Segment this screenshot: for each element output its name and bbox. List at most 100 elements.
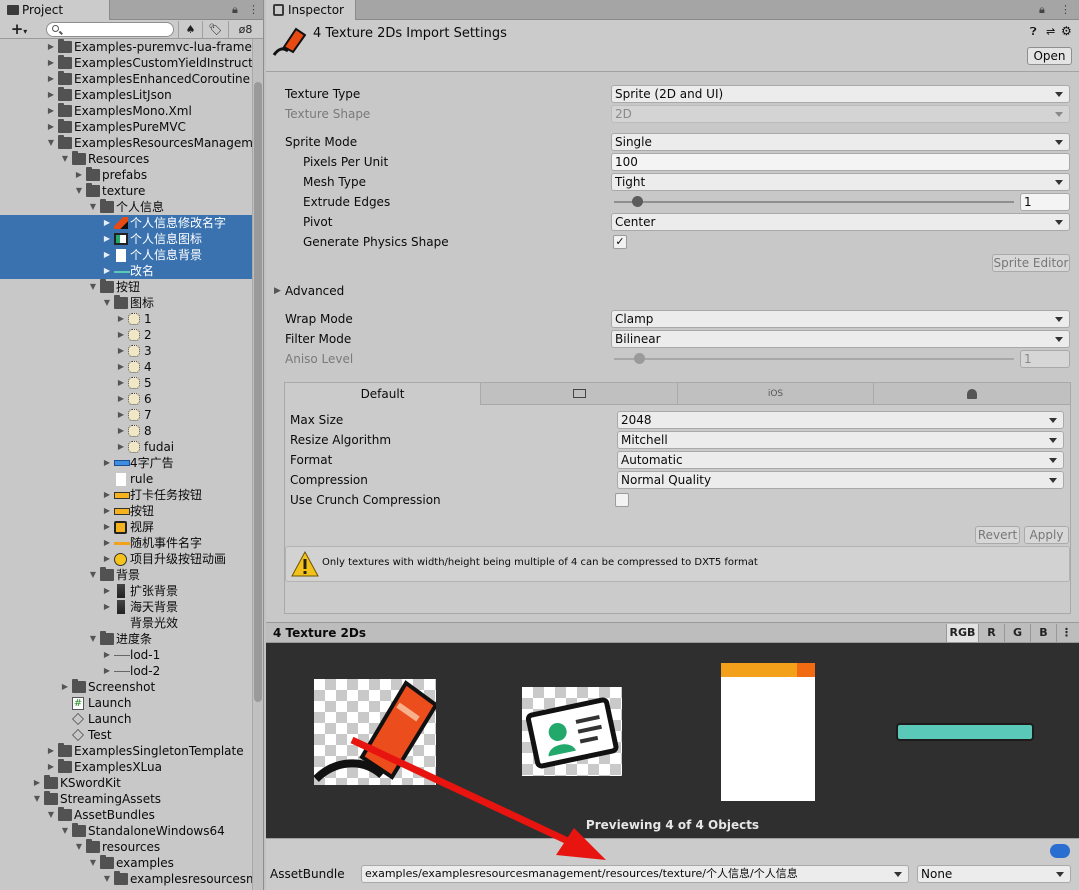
tree-item[interactable]: ▼ 背景 (0, 567, 252, 583)
collapsed-arrow-icon[interactable]: ▶ (116, 327, 126, 343)
channel-b-button[interactable]: B (1030, 624, 1056, 642)
collapsed-arrow-icon[interactable]: ▶ (102, 599, 112, 615)
tree-item[interactable]: rule (0, 471, 252, 487)
expanded-arrow-icon[interactable]: ▼ (88, 279, 98, 295)
pixels-per-unit-field[interactable]: 100 (611, 153, 1070, 171)
tree-item[interactable]: ▶ ExamplesLitJson (0, 87, 252, 103)
collapsed-arrow-icon[interactable]: ▶ (46, 39, 56, 55)
kebab-menu-icon[interactable]: ⋮ (1060, 3, 1071, 16)
label-tag-icon[interactable] (1050, 844, 1070, 858)
tree-item[interactable]: Launch (0, 711, 252, 727)
collapsed-arrow-icon[interactable]: ▶ (46, 743, 56, 759)
tree-item[interactable]: ▶ 个人信息背景 (0, 247, 252, 263)
lock-icon[interactable]: 🔒︎ (232, 3, 238, 17)
search-input[interactable] (46, 22, 174, 37)
format-dropdown[interactable]: Automatic (617, 451, 1064, 469)
expanded-arrow-icon[interactable]: ▼ (74, 183, 84, 199)
tree-item[interactable]: ▶ ExamplesEnhancedCoroutine (0, 71, 252, 87)
tree-item[interactable]: ▶ lod-1 (0, 647, 252, 663)
kebab-menu-icon[interactable]: ⋮ (248, 3, 259, 16)
collapsed-arrow-icon[interactable]: ▶ (102, 663, 112, 679)
expanded-arrow-icon[interactable]: ▼ (88, 855, 98, 871)
collapsed-arrow-icon[interactable]: ▶ (102, 583, 112, 599)
tree-item[interactable]: ▶ 改名 (0, 263, 252, 279)
max-size-dropdown[interactable]: 2048 (617, 411, 1064, 429)
expanded-arrow-icon[interactable]: ▼ (32, 791, 42, 807)
collapsed-arrow-icon[interactable]: ▶ (102, 455, 112, 471)
tab-standalone[interactable] (481, 383, 678, 405)
collapsed-arrow-icon[interactable]: ▶ (102, 551, 112, 567)
collapsed-arrow-icon[interactable]: ▶ (116, 423, 126, 439)
sprite-mode-dropdown[interactable]: Single (611, 133, 1070, 151)
extrude-edges-field[interactable]: 1 (1020, 193, 1070, 211)
tree-item[interactable]: ▶ 4 (0, 359, 252, 375)
filter-mode-dropdown[interactable]: Bilinear (611, 330, 1070, 348)
collapsed-arrow-icon[interactable]: ▶ (116, 343, 126, 359)
collapsed-arrow-icon[interactable]: ▶ (116, 359, 126, 375)
assetbundle-variant-dropdown[interactable]: None (917, 865, 1071, 883)
help-icon[interactable]: ❓︎ (1030, 25, 1037, 39)
collapsed-arrow-icon[interactable]: ▶ (32, 775, 42, 791)
channel-g-button[interactable]: G (1004, 624, 1030, 642)
expanded-arrow-icon[interactable]: ▼ (46, 807, 56, 823)
collapsed-arrow-icon[interactable]: ▶ (116, 439, 126, 455)
collapsed-arrow-icon[interactable]: ▶ (102, 535, 112, 551)
mesh-type-dropdown[interactable]: Tight (611, 173, 1070, 191)
collapsed-arrow-icon[interactable]: ▶ (46, 119, 56, 135)
tree-item[interactable]: ▶ 个人信息图标 (0, 231, 252, 247)
tree-item[interactable]: ▼ Resources (0, 151, 252, 167)
tree-item[interactable]: ▶ fudai (0, 439, 252, 455)
collapsed-arrow-icon[interactable]: ▶ (116, 311, 126, 327)
advanced-foldout[interactable]: Advanced (285, 282, 344, 300)
collapsed-arrow-icon[interactable]: ▶ (46, 759, 56, 775)
revert-button[interactable]: Revert (975, 526, 1020, 544)
tab-default[interactable]: Default (285, 383, 481, 405)
channel-rgb-button[interactable]: RGB (946, 624, 978, 642)
tree-item[interactable]: ▼ AssetBundles (0, 807, 252, 823)
tree-item[interactable]: ▶ 扩张背景 (0, 583, 252, 599)
project-scrollbar-thumb[interactable] (254, 82, 262, 702)
apply-button[interactable]: Apply (1024, 526, 1069, 544)
extrude-edges-slider[interactable] (614, 201, 1014, 203)
tree-item[interactable]: ▼ StreamingAssets (0, 791, 252, 807)
tree-item[interactable]: ▶ 1 (0, 311, 252, 327)
tree-item[interactable]: ▶ 视屏 (0, 519, 252, 535)
tree-item[interactable]: ▼ examplesresourcesman (0, 871, 252, 887)
gear-icon[interactable]: ⚙ (1061, 24, 1072, 38)
tree-item[interactable]: 背景光效 (0, 615, 252, 631)
tree-item[interactable]: # Launch (0, 695, 252, 711)
use-crunch-checkbox[interactable] (615, 493, 629, 507)
tab-inspector[interactable]: Inspector (266, 0, 356, 20)
expanded-arrow-icon[interactable]: ▼ (88, 631, 98, 647)
tab-project[interactable]: Project (0, 0, 110, 20)
tree-item[interactable]: ▼ texture (0, 183, 252, 199)
generate-physics-shape-checkbox[interactable]: ✓ (613, 235, 627, 249)
tree-item[interactable]: ▶ Screenshot (0, 679, 252, 695)
tree-item[interactable]: ▶ 打卡任务按钮 (0, 487, 252, 503)
collapsed-arrow-icon[interactable]: ▶ (60, 679, 70, 695)
tree-item[interactable]: ▶ ExamplesMono.Xml (0, 103, 252, 119)
collapsed-arrow-icon[interactable]: ▶ (102, 519, 112, 535)
lock-icon[interactable]: 🔒︎ (1039, 3, 1045, 17)
tree-item[interactable]: ▶ ExamplesXLua (0, 759, 252, 775)
hidden-packages-button[interactable]: ø8 (228, 21, 262, 38)
expanded-arrow-icon[interactable]: ▼ (102, 871, 112, 887)
open-button[interactable]: Open (1027, 47, 1072, 65)
collapsed-arrow-icon[interactable]: ▶ (102, 247, 112, 263)
tree-item[interactable]: ▼ 进度条 (0, 631, 252, 647)
tree-item[interactable]: ▶ 3 (0, 343, 252, 359)
texture-type-dropdown[interactable]: Sprite (2D and UI) (611, 85, 1070, 103)
expanded-arrow-icon[interactable]: ▼ (74, 839, 84, 855)
collapsed-arrow-icon[interactable]: ▶ (116, 375, 126, 391)
channel-r-button[interactable]: R (978, 624, 1004, 642)
tree-item[interactable]: ▶ 项目升级按钮动画 (0, 551, 252, 567)
assetbundle-name-dropdown[interactable]: examples/examplesresourcesmanagement/res… (361, 865, 909, 883)
collapsed-arrow-icon[interactable]: ▶ (102, 231, 112, 247)
tree-item[interactable]: ▶ 6 (0, 391, 252, 407)
tree-item[interactable]: ▶ 按钮 (0, 503, 252, 519)
presets-icon[interactable]: ⇌ (1046, 25, 1055, 38)
tree-item[interactable]: ▶ lod-2 (0, 663, 252, 679)
tree-item[interactable]: Test (0, 727, 252, 743)
collapsed-arrow-icon[interactable]: ▶ (102, 503, 112, 519)
collapsed-arrow-icon[interactable]: ▶ (116, 391, 126, 407)
